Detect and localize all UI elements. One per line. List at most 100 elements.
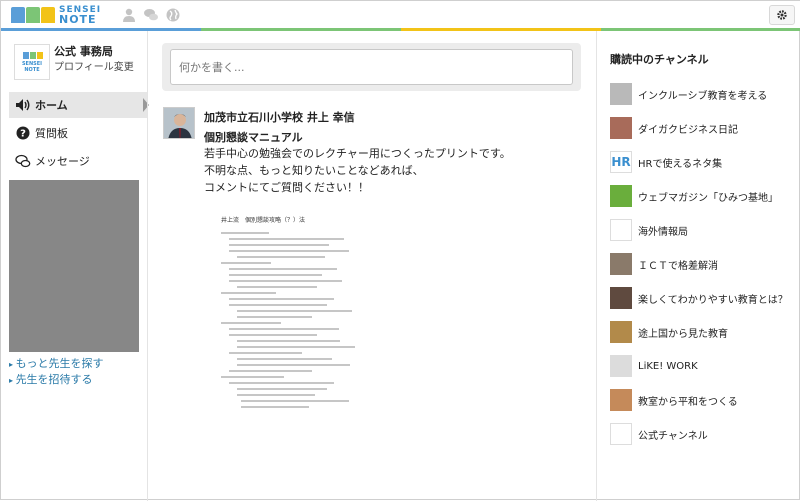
attachment-text-line [221, 262, 271, 264]
attachment-text-line [229, 328, 339, 330]
channel-item[interactable]: ＩＣＴで格差解消 [610, 247, 795, 281]
attachment-text-line [229, 238, 344, 240]
sidebar-item-home[interactable]: ホーム [9, 92, 149, 118]
post-input[interactable] [170, 49, 573, 85]
attachment-text-line [237, 316, 312, 318]
author-avatar[interactable] [163, 107, 195, 139]
channel-name: 海外情報局 [638, 226, 688, 238]
sidebar-item-label: ホーム [35, 99, 68, 112]
channel-name: 教室から平和をつくる [638, 396, 738, 408]
channel-item[interactable]: HR HRで使えるネタ集 [610, 145, 795, 179]
attachment-title: 井上流 個別懇談攻略（？）法 [221, 217, 306, 224]
profile-block: SENSEI NOTE 公式 事務局 プロフィール変更 [9, 41, 147, 81]
channel-thumbnail [610, 219, 632, 241]
attachment-text-line [229, 274, 322, 276]
composer [162, 43, 581, 91]
attachment-text-line [229, 352, 302, 354]
chat-icon[interactable] [143, 7, 159, 23]
attachment-text-line [229, 268, 337, 270]
sidebar-nav: ホーム ? 質問板 メッセージ [9, 92, 149, 174]
channel-item[interactable]: インクルーシブ教育を考える [610, 77, 795, 111]
post-title: 個別懇談マニュアル [204, 131, 303, 144]
settings-button[interactable] [769, 5, 795, 25]
channel-thumbnail [610, 287, 632, 309]
channel-item[interactable]: ダイガクビジネス日記 [610, 111, 795, 145]
attachment-text-line [229, 382, 334, 384]
question-icon: ? [15, 125, 31, 141]
channel-thumbnail: HR [610, 151, 632, 173]
attachment-text-line [229, 334, 317, 336]
left-divider [147, 31, 148, 501]
profile-avatar[interactable]: SENSEI NOTE [14, 44, 50, 80]
speaker-icon [15, 97, 31, 113]
channel-name: LiKE! WORK [638, 360, 698, 372]
globe-icon[interactable] [165, 7, 181, 23]
attachment-text-line [221, 322, 281, 324]
attachment-text-line [221, 292, 276, 294]
sensei-note-logo[interactable]: SENSEI NOTE [11, 4, 101, 26]
gear-icon [777, 10, 787, 20]
channel-name: ダイガクビジネス日記 [638, 124, 738, 136]
attachment-text-line [229, 244, 329, 246]
attachment-text-line [221, 232, 269, 234]
channel-item[interactable]: ウェブマガジン「ひみつ基地」 [610, 179, 795, 213]
channel-item[interactable]: 公式チャンネル [610, 417, 795, 451]
attachment-text-line [237, 310, 352, 312]
invite-teachers-link[interactable]: 先生を招待する [9, 372, 147, 388]
channel-thumbnail [610, 253, 632, 275]
post-body-line: 不明な点、もっと知りたいことなどあれば、 [204, 164, 424, 177]
channel-name: 公式チャンネル [638, 430, 708, 442]
attachment-text-line [237, 394, 315, 396]
channel-thumbnail [610, 355, 632, 377]
attachment-text-lines [201, 232, 381, 408]
user-icon[interactable] [121, 7, 137, 23]
channel-item[interactable]: LiKE! WORK [610, 349, 795, 383]
channel-name: 楽しくてわかりやすい教育とは？ [638, 294, 788, 306]
sidebar-item-questions[interactable]: ? 質問板 [9, 120, 147, 146]
attachment-text-line [237, 388, 327, 390]
channel-thumbnail [610, 321, 632, 343]
channel-item[interactable]: 海外情報局 [610, 213, 795, 247]
post-body: 若手中心の勉強会でのレクチャー用につくったプリントです。 不明な点、もっと知りた… [204, 145, 511, 196]
channel-thumbnail [610, 117, 632, 139]
sidebar-item-label: 質問板 [35, 127, 68, 140]
attachment-text-line [237, 286, 317, 288]
channel-name: インクルーシブ教育を考える [638, 90, 768, 102]
logo-book-icon [11, 7, 55, 23]
profile-name[interactable]: 公式 事務局 [54, 43, 113, 59]
post-attachment-image[interactable]: 井上流 個別懇談攻略（？）法 [201, 201, 381, 491]
attachment-text-line [237, 358, 332, 360]
channel-name: ウェブマガジン「ひみつ基地」 [638, 192, 778, 204]
attachment-text-line [237, 346, 355, 348]
attachment-text-line [221, 376, 284, 378]
logo-text-line2: NOTE [59, 13, 97, 26]
svg-text:?: ? [20, 129, 26, 140]
sidebar-links: もっと先生を探す 先生を招待する [9, 356, 147, 388]
right-divider [596, 31, 597, 501]
channel-name: HRで使えるネタ集 [638, 158, 723, 170]
channel-thumbnail [610, 185, 632, 207]
attachment-text-line [229, 370, 312, 372]
post-body-line: 若手中心の勉強会でのレクチャー用につくったプリントです。 [204, 147, 511, 160]
sidebar-item-messages[interactable]: メッセージ [9, 148, 147, 174]
channel-item[interactable]: 途上国から見た教育 [610, 315, 795, 349]
attachment-text-line [229, 298, 334, 300]
channel-thumbnail [610, 389, 632, 411]
attachment-text-line [229, 304, 327, 306]
attachment-text-line [241, 400, 349, 402]
chat-icon [15, 153, 31, 169]
channel-item[interactable]: 教室から平和をつくる [610, 383, 795, 417]
channel-item[interactable]: 楽しくてわかりやすい教育とは？ [610, 281, 795, 315]
attachment-text-line [237, 340, 340, 342]
ad-placeholder [9, 180, 139, 352]
find-teachers-link[interactable]: もっと先生を探す [9, 356, 147, 372]
sidebar-item-label: メッセージ [35, 155, 90, 168]
brand-stripe [1, 28, 800, 31]
attachment-text-line [229, 250, 349, 252]
profile-edit-link[interactable]: プロフィール変更 [54, 58, 134, 73]
channel-thumbnail [610, 423, 632, 445]
attachment-text-line [237, 364, 350, 366]
top-bar: SENSEI NOTE [1, 1, 800, 29]
channel-name: ＩＣＴで格差解消 [638, 260, 718, 272]
post-author[interactable]: 加茂市立石川小学校 井上 幸信 [204, 109, 355, 125]
